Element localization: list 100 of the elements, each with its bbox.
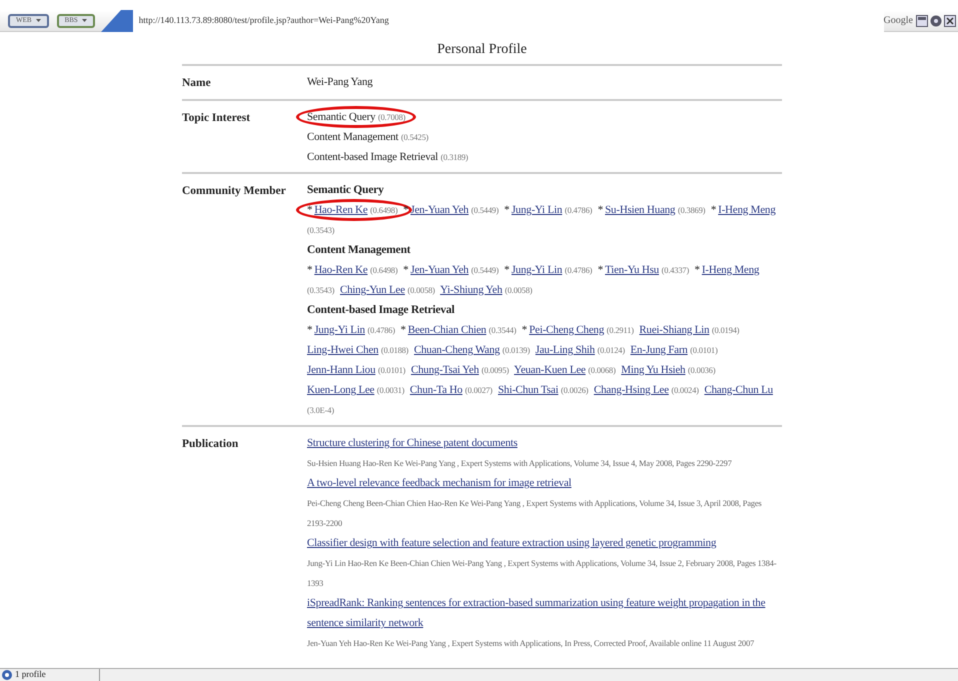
member-score: (0.6498) bbox=[370, 265, 398, 275]
member-score: (0.0139) bbox=[502, 345, 530, 355]
member-link[interactable]: Chun-Ta Ho bbox=[410, 384, 462, 396]
publication-details: Su-Hsien Huang Hao-Ren Ke Wei-Pang Yang , Expert Systems with Applications, Volume 34, Issue 4, May 2008, Pages 2290-2297 bbox=[307, 457, 733, 470]
star-mark: * bbox=[598, 204, 604, 216]
status-text: 1 profile bbox=[15, 668, 46, 681]
toolbar-circle-icon[interactable] bbox=[930, 14, 942, 26]
publication-link[interactable]: iSpreadRank: Ranking sentences for extraction-based summarization using feature weight propagation in the sentence similarity network bbox=[307, 593, 782, 633]
star-mark: * bbox=[403, 204, 410, 216]
member-score: (0.0031) bbox=[376, 385, 404, 395]
member-score: (0.0188) bbox=[381, 345, 408, 355]
member-score: (0.0124) bbox=[597, 345, 625, 355]
field-label: Name bbox=[182, 76, 212, 91]
member-link[interactable]: Chang-Hsing Lee bbox=[594, 384, 669, 396]
member-link[interactable]: Jung-Yi Lin bbox=[314, 324, 365, 336]
star-mark: * bbox=[522, 324, 528, 336]
member-score: (0.4786) bbox=[368, 325, 395, 335]
member-score: (0.4786) bbox=[564, 205, 592, 215]
publication-link[interactable]: Structure clustering for Chinese patent documents bbox=[307, 433, 518, 453]
field-label: Publication bbox=[182, 437, 240, 452]
topic-score: (0.3189) bbox=[440, 152, 468, 162]
member-link[interactable]: Chung-Tsai Yeh bbox=[410, 364, 479, 376]
topic-name: Content Management bbox=[307, 131, 398, 143]
field-label: Community Member bbox=[182, 184, 287, 199]
member-link[interactable]: Hao-Ren Ke bbox=[314, 204, 368, 216]
topic-score: (0.7008) bbox=[378, 112, 406, 122]
member-link[interactable]: Shi-Chun Tsai bbox=[498, 384, 558, 396]
member-link[interactable]: Ling-Hwei Chen bbox=[307, 344, 378, 356]
member-link[interactable]: Jen-Yuan Yeh bbox=[410, 204, 469, 216]
member-score: (0.5449) bbox=[471, 205, 499, 215]
member-link[interactable]: Su-Hsien Huang bbox=[605, 204, 676, 216]
star-mark: * bbox=[307, 264, 314, 276]
member-score: (0.6498) bbox=[370, 205, 398, 215]
caret-icon bbox=[82, 19, 87, 22]
member-score: (0.5449) bbox=[471, 265, 499, 275]
member-link[interactable]: Chuan-Cheng Wang bbox=[414, 344, 500, 356]
member-link[interactable]: Yeuan-Kuen Lee bbox=[514, 364, 586, 376]
member-link[interactable]: Hao-Ren Ke bbox=[314, 264, 368, 276]
member-score: (0.0068) bbox=[588, 365, 616, 375]
member-link[interactable]: Jung-Yi Lin bbox=[511, 204, 562, 216]
star-mark: * bbox=[710, 204, 718, 216]
toolbar-swoosh-icon bbox=[100, 10, 133, 32]
member-score: (0.0024) bbox=[671, 385, 699, 395]
group-heading: Content Management bbox=[307, 243, 412, 258]
member-score: (0.0101) bbox=[690, 345, 718, 355]
star-mark: * bbox=[694, 264, 701, 276]
member-score: (0.0058) bbox=[407, 285, 435, 295]
name-value: Wei-Pang Yang bbox=[307, 76, 373, 88]
member-link[interactable]: Jung-Yi Lin bbox=[511, 264, 562, 276]
close-icon[interactable] bbox=[944, 14, 956, 26]
topic-name: Semantic Query bbox=[307, 111, 376, 123]
member-score: (0.4786) bbox=[564, 265, 592, 275]
member-score: (0.0036) bbox=[688, 365, 716, 375]
member-score: (0.0194) bbox=[712, 325, 740, 335]
caret-icon bbox=[36, 19, 41, 22]
member-link[interactable]: Tien-Yu Hsu bbox=[605, 264, 659, 276]
member-score: (0.0026) bbox=[560, 385, 588, 395]
member-link[interactable]: Ming Yu Hsieh bbox=[621, 364, 686, 376]
publication-link[interactable]: Classifier design with feature selection and feature extraction using layered genetic programming bbox=[307, 533, 716, 553]
field-label: Topic Interest bbox=[182, 111, 252, 126]
member-link[interactable]: Been-Chian Chien bbox=[408, 324, 486, 336]
member-link[interactable]: Jen-Yuan Yeh bbox=[410, 264, 469, 276]
toolbar-window-icon[interactable] bbox=[916, 14, 928, 26]
search-engine-label: Google bbox=[884, 14, 913, 28]
star-mark: * bbox=[307, 204, 314, 216]
star-mark: * bbox=[400, 324, 407, 336]
star-mark: * bbox=[307, 324, 314, 336]
member-score: (0.3543) bbox=[307, 225, 334, 235]
publication-details: Jen-Yuan Yeh Hao-Ren Ke Wei-Pang Yang , Expert Systems with Applications, In Press, Corrected Proof, Available online 11 August 2007 bbox=[307, 637, 756, 650]
member-score: (0.0027) bbox=[465, 385, 492, 395]
star-mark: * bbox=[504, 204, 510, 216]
star-mark: * bbox=[598, 264, 604, 276]
member-score: (0.3544) bbox=[488, 325, 516, 335]
member-link[interactable]: Jau-Ling Shih bbox=[535, 344, 595, 356]
member-score: (0.0058) bbox=[504, 285, 532, 295]
page-title: Personal Profile bbox=[436, 41, 528, 59]
member-link[interactable]: Chang-Chun Lu bbox=[704, 384, 773, 396]
group-heading: Content-based Image Retrieval bbox=[307, 303, 456, 318]
member-link[interactable]: Ching-Yun Lee bbox=[340, 284, 405, 296]
member-link[interactable]: Pei-Cheng Cheng bbox=[529, 324, 604, 336]
topic-score: (0.5425) bbox=[400, 132, 428, 142]
publication-link[interactable]: A two-level relevance feedback mechanism for image retrieval bbox=[307, 473, 572, 493]
member-link[interactable]: I-Heng Meng bbox=[718, 204, 776, 216]
star-mark: * bbox=[504, 264, 510, 276]
member-score: (0.3543) bbox=[307, 285, 334, 295]
member-score: (0.4337) bbox=[662, 265, 689, 275]
member-link[interactable]: Yi-Shiung Yeh bbox=[440, 284, 502, 296]
member-link[interactable]: Ruei-Shiang Lin bbox=[639, 324, 710, 336]
member-score: (0.0095) bbox=[481, 365, 509, 375]
member-score: (3.0E-4) bbox=[307, 405, 334, 415]
address-field[interactable]: http://140.113.73.89:8080/test/profile.jsp?author=Wei-Pang%20Yang bbox=[132, 10, 884, 32]
member-score: (0.2911) bbox=[606, 325, 634, 335]
member-link[interactable]: Jenn-Hann Liou bbox=[307, 364, 376, 376]
member-link[interactable]: Kuen-Long Lee bbox=[307, 384, 374, 396]
member-score: (0.3869) bbox=[678, 205, 706, 215]
profile-icon bbox=[2, 670, 12, 680]
member-link[interactable]: I-Heng Meng bbox=[702, 264, 760, 276]
member-link[interactable]: En-Jung Farn bbox=[630, 344, 688, 356]
group-heading: Semantic Query bbox=[307, 183, 385, 198]
publication-details: Jung-Yi Lin Hao-Ren Ke Been-Chian Chien Wei-Pang Yang , Expert Systems with Applications, Volume 34, Issue 2, February 2008, Pages 1384-1393 bbox=[307, 557, 778, 590]
